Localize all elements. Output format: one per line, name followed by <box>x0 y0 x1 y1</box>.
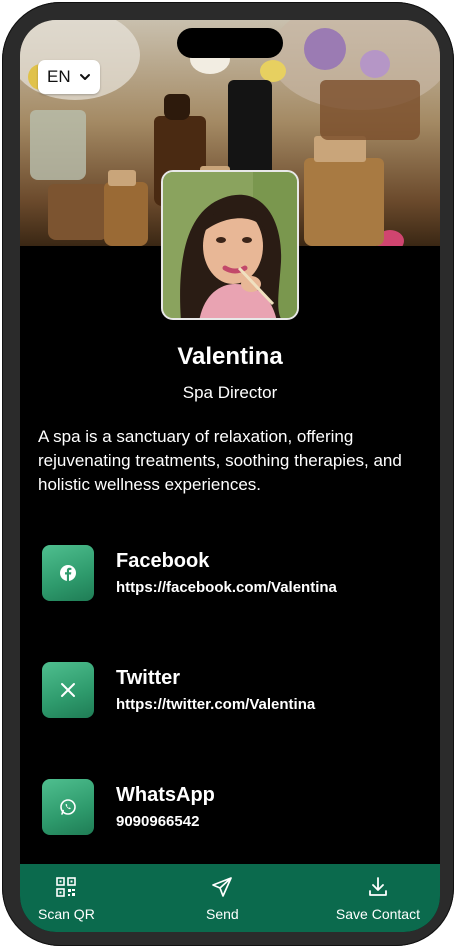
save-contact-button[interactable]: Save Contact <box>336 864 420 932</box>
qr-code-icon <box>56 877 77 897</box>
social-whatsapp[interactable]: WhatsApp 9090966542 <box>42 778 422 836</box>
app-screen: EN Valentina Spa Director A spa is a san… <box>20 20 440 932</box>
profile-title: Spa Director <box>182 383 278 402</box>
whatsapp-icon <box>60 799 76 815</box>
send-icon <box>212 877 233 897</box>
language-select[interactable]: EN <box>38 60 100 94</box>
send-label: Send <box>206 906 239 922</box>
save-contact-label: Save Contact <box>335 906 420 922</box>
social-link[interactable]: https://twitter.com/Valentina <box>116 696 315 713</box>
facebook-icon <box>60 565 76 581</box>
social-link[interactable]: https://facebook.com/Valentina <box>116 579 337 596</box>
profile-avatar <box>161 170 299 320</box>
language-value: EN <box>47 67 71 86</box>
social-label: WhatsApp <box>116 784 215 806</box>
download-icon <box>369 877 387 896</box>
bottom-action-bar: Scan QR Send Save Contact <box>20 864 440 932</box>
scan-qr-label: Scan QR <box>38 906 95 922</box>
whatsapp-icon-tile <box>42 779 94 835</box>
social-facebook[interactable]: Facebook https://facebook.com/Valentina <box>42 544 422 602</box>
phone-frame: EN Valentina Spa Director A spa is a san… <box>2 2 454 946</box>
facebook-icon-tile <box>42 545 94 601</box>
send-button[interactable]: Send <box>206 864 239 932</box>
profile-bio: A spa is a sanctuary of relaxation, offe… <box>38 427 402 494</box>
camera-notch <box>177 28 283 58</box>
social-label: Twitter <box>116 667 181 689</box>
profile-name: Valentina <box>177 343 283 370</box>
social-label: Facebook <box>116 550 210 572</box>
x-icon <box>61 683 75 697</box>
scan-qr-button[interactable]: Scan QR <box>38 864 95 932</box>
x-icon-tile <box>42 662 94 718</box>
social-twitter[interactable]: Twitter https://twitter.com/Valentina <box>42 661 422 719</box>
social-phone[interactable]: 9090966542 <box>116 813 215 830</box>
chevron-down-icon <box>79 74 90 80</box>
